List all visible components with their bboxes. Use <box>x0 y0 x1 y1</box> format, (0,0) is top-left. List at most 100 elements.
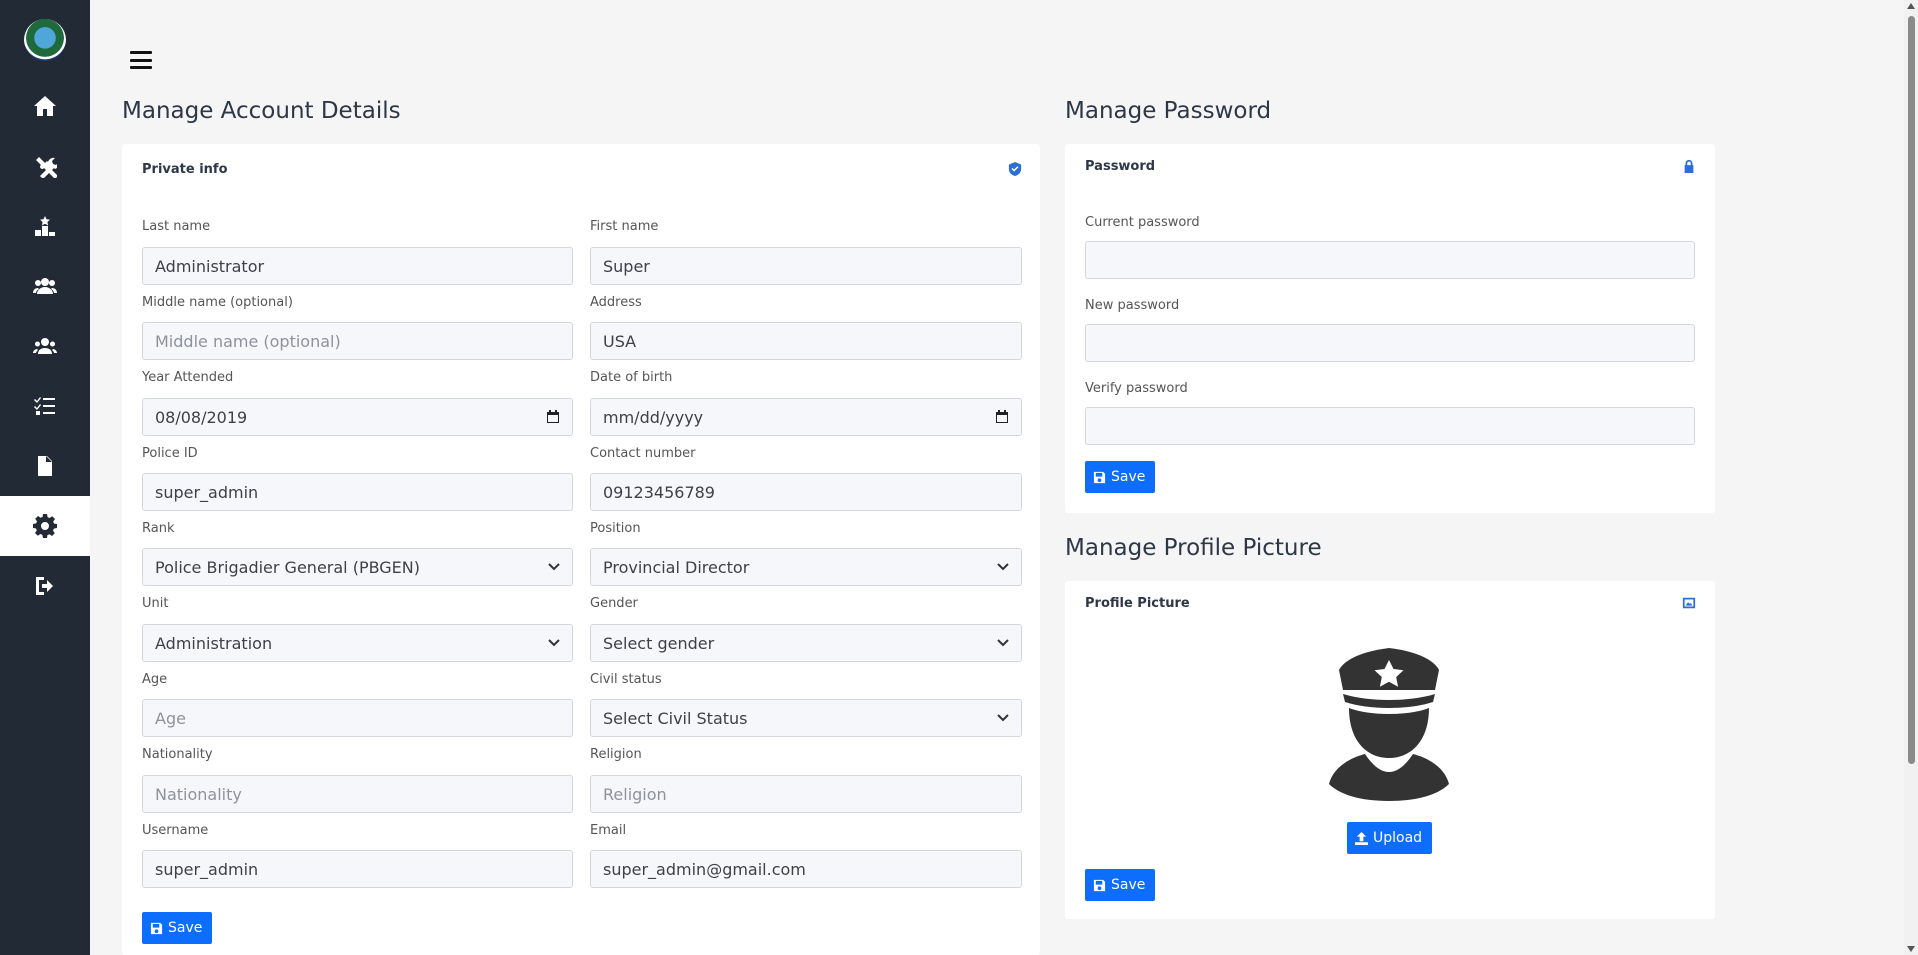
upload-label: Upload <box>1373 830 1423 846</box>
sidebar-item-settings[interactable] <box>0 496 90 556</box>
rank-select[interactable]: Police Brigadier General (PBGEN) <box>142 548 573 586</box>
email-label: Email <box>590 823 627 838</box>
private-info-title: Private info <box>142 162 228 177</box>
image-icon <box>1682 597 1696 609</box>
hamburger-icon-bar <box>130 58 152 62</box>
sidebar-item-checklist[interactable] <box>0 376 90 436</box>
unit-label: Unit <box>142 596 169 611</box>
floppy-disk-icon <box>1093 471 1106 483</box>
police-seal-logo <box>24 19 66 61</box>
save-profile-picture-label: Save <box>1111 877 1146 893</box>
current-password-label: Current password <box>1085 215 1200 230</box>
year-attended-input[interactable]: 08/08/2019 <box>142 398 573 436</box>
save-account-label: Save <box>168 920 203 936</box>
chevron-down-icon <box>997 714 1009 722</box>
calendar-icon[interactable] <box>546 410 560 424</box>
age-label: Age <box>142 672 168 687</box>
new-password-input[interactable] <box>1085 324 1695 362</box>
age-input[interactable]: Age <box>142 699 573 737</box>
position-value: Provincial Director <box>603 557 750 577</box>
hamburger-icon-bar <box>130 66 152 69</box>
lock-icon <box>1684 159 1694 173</box>
police-id-input[interactable]: super_admin <box>142 473 573 511</box>
last-name-input[interactable]: Administrator <box>142 247 573 285</box>
police-id-label: Police ID <box>142 446 198 461</box>
scroll-down-icon[interactable] <box>1907 946 1915 952</box>
scroll-up-icon[interactable] <box>1907 3 1915 9</box>
sidebar-item-reports[interactable] <box>0 436 90 496</box>
contact-input[interactable]: 09123456789 <box>590 473 1022 511</box>
current-password-input[interactable] <box>1085 241 1695 279</box>
last-name-label: Last name <box>142 219 211 234</box>
rank-value: Police Brigadier General (PBGEN) <box>155 557 420 577</box>
users-icon <box>33 278 57 294</box>
religion-label: Religion <box>590 747 642 762</box>
rank-label: Rank <box>142 521 175 536</box>
police-officer-avatar <box>1329 648 1449 801</box>
year-attended-label: Year Attended <box>142 370 234 385</box>
civil-status-label: Civil status <box>590 672 662 687</box>
sidebar-item-logout[interactable] <box>0 556 90 616</box>
first-name-label: First name <box>590 219 659 234</box>
chevron-down-icon <box>548 563 560 571</box>
password-section-title: Manage Password <box>1065 98 1272 124</box>
username-input[interactable]: super_admin <box>142 850 573 888</box>
floppy-disk-icon <box>150 922 163 934</box>
position-select[interactable]: Provincial Director <box>590 548 1022 586</box>
gender-value: Select gender <box>603 633 715 653</box>
verify-password-input[interactable] <box>1085 407 1695 445</box>
ranking-icon <box>35 216 55 236</box>
nationality-label: Nationality <box>142 747 213 762</box>
gender-select[interactable]: Select gender <box>590 624 1022 662</box>
profile-picture-card-title: Profile Picture <box>1085 596 1190 611</box>
middle-name-label: Middle name (optional) <box>142 295 293 310</box>
civil-status-select[interactable]: Select Civil Status <box>590 699 1022 737</box>
user-group-icon <box>33 338 57 354</box>
address-input[interactable]: USA <box>590 322 1022 360</box>
page-scrollbar[interactable] <box>1904 0 1918 955</box>
first-name-input[interactable]: Super <box>590 247 1022 285</box>
save-account-button[interactable]: Save <box>142 912 213 944</box>
save-password-button[interactable]: Save <box>1085 461 1156 493</box>
scrollbar-thumb[interactable] <box>1908 16 1915 764</box>
sidebar-item-personnel[interactable] <box>0 316 90 376</box>
middle-name-input[interactable]: Middle name (optional) <box>142 322 573 360</box>
upload-icon <box>1355 831 1368 845</box>
sidebar-item-tools[interactable] <box>0 136 90 196</box>
home-icon <box>34 96 56 116</box>
upload-picture-button[interactable]: Upload <box>1347 822 1433 854</box>
sidebar-item-users[interactable] <box>0 256 90 316</box>
dob-input[interactable]: mm/dd/yyyy <box>590 398 1022 436</box>
shield-check-icon <box>1008 162 1022 176</box>
contact-label: Contact number <box>590 446 696 461</box>
unit-value: Administration <box>155 633 273 653</box>
chevron-down-icon <box>997 639 1009 647</box>
hamburger-icon <box>130 51 152 54</box>
nationality-input[interactable]: Nationality <box>142 775 573 813</box>
file-check-icon <box>38 456 52 476</box>
password-card-title: Password <box>1085 159 1156 174</box>
chevron-down-icon <box>997 563 1009 571</box>
unit-select[interactable]: Administration <box>142 624 573 662</box>
sidebar-item-home[interactable] <box>0 76 90 136</box>
save-password-label: Save <box>1111 469 1146 485</box>
chevron-down-icon <box>548 639 560 647</box>
profile-section-title: Manage Profile Picture <box>1065 535 1322 561</box>
username-label: Username <box>142 823 209 838</box>
sidebar <box>0 0 90 955</box>
sidebar-item-ranking[interactable] <box>0 196 90 256</box>
gender-label: Gender <box>590 596 638 611</box>
address-label: Address <box>590 295 642 310</box>
religion-input[interactable]: Religion <box>590 775 1022 813</box>
menu-toggle-button[interactable] <box>130 51 152 69</box>
year-attended-value: 08/08/2019 <box>155 407 248 427</box>
verify-password-label: Verify password <box>1085 381 1188 396</box>
save-profile-picture-button[interactable]: Save <box>1085 869 1156 901</box>
checklist-icon <box>34 397 55 415</box>
floppy-disk-icon <box>1093 879 1106 891</box>
gear-icon <box>33 514 57 538</box>
tools-icon <box>36 157 57 178</box>
email-input[interactable]: super_admin@gmail.com <box>590 850 1022 888</box>
calendar-icon[interactable] <box>995 410 1009 424</box>
civil-status-value: Select Civil Status <box>603 708 748 728</box>
